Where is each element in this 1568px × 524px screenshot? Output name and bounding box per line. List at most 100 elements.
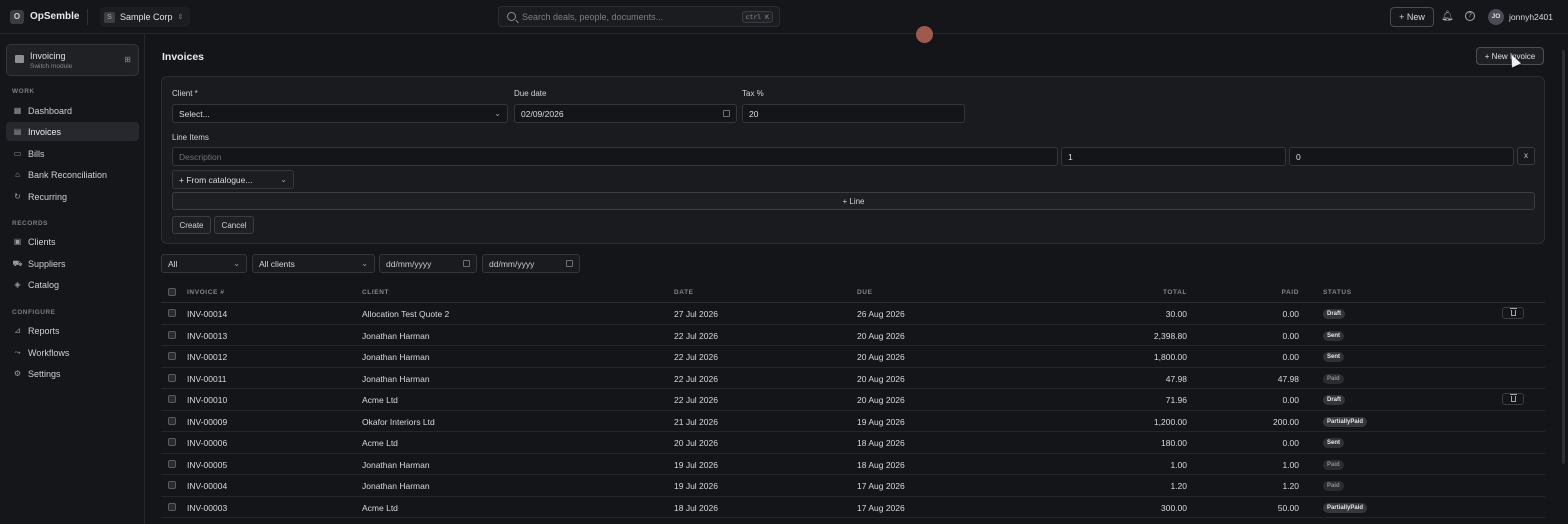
row-checkbox[interactable] — [168, 459, 176, 468]
row-checkbox[interactable] — [168, 330, 176, 339]
row-checkbox[interactable] — [168, 309, 176, 317]
cancel-button[interactable]: Cancel — [214, 216, 254, 234]
row-checkbox[interactable] — [168, 352, 176, 360]
due-date: 20 Aug 2026 — [857, 373, 905, 384]
delete-button[interactable] — [1502, 393, 1524, 405]
header-client[interactable]: CLIENT — [362, 289, 389, 296]
table-row[interactable]: INV-00003 Acme Ltd 18 Jul 2026 17 Aug 2026 3… — [161, 497, 1545, 518]
header-status[interactable]: STATUS — [1323, 289, 1352, 296]
invoice-number[interactable]: INV-00005 — [187, 460, 227, 470]
table-row[interactable]: INV-00013 Jonathan Harman 22 Jul 2026 20 Au… — [161, 325, 1545, 346]
description-input[interactable]: Description — [172, 147, 1058, 166]
invoice-number[interactable]: INV-00003 — [187, 503, 227, 513]
sidebar-section-work: WORK — [12, 88, 35, 95]
sidebar-item-dashboard[interactable]: ▦ Dashboard — [6, 101, 139, 120]
table-row[interactable]: INV-00011 Jonathan Harman 22 Jul 2026 20 Au… — [161, 368, 1545, 389]
create-button[interactable]: Create — [172, 216, 211, 234]
invoice-number[interactable]: INV-00014 — [187, 309, 227, 319]
sidebar-item-invoices[interactable]: ▤ Invoices — [6, 122, 139, 141]
row-checkbox[interactable] — [168, 373, 176, 382]
header-date[interactable]: DATE — [674, 289, 694, 296]
table-row[interactable]: INV-00009 Okafor Interiors Ltd 21 Jul 2026… — [161, 411, 1545, 432]
global-search[interactable]: Search deals, people, documents... ctrl … — [498, 6, 780, 27]
app-logo[interactable]: O — [10, 10, 24, 24]
table-row[interactable]: INV-00014 Allocation Test Quote 2 27 Jul 2… — [161, 303, 1545, 325]
client-select[interactable]: Select... ⌄ — [172, 104, 508, 123]
sidebar-item-clients[interactable]: ▣ Clients — [6, 232, 139, 251]
bell-icon[interactable]: 🔔︎ — [1441, 11, 1454, 22]
status-filter[interactable]: All ⌄ — [161, 254, 247, 273]
sidebar-section-configure: CONFIGURE — [12, 309, 56, 316]
status-badge: Paid — [1323, 459, 1344, 470]
sidebar-item-suppliers[interactable]: ⛟ Suppliers — [6, 254, 139, 273]
invoice-number[interactable]: INV-00009 — [187, 417, 227, 427]
client-name: Allocation Test Quote 2 — [362, 309, 450, 319]
sidebar-item-workflows[interactable]: ⤳ Workflows — [6, 343, 139, 362]
search-input[interactable]: Search deals, people, documents... — [522, 12, 742, 22]
status-badge: Draft — [1323, 395, 1346, 405]
invoice-number[interactable]: INV-00004 — [187, 481, 227, 491]
invoice-number[interactable]: INV-00010 — [187, 395, 227, 405]
select-all-checkbox[interactable] — [168, 288, 176, 296]
header-due[interactable]: DUE — [857, 289, 873, 296]
table-row[interactable]: INV-00012 Jonathan Harman 22 Jul 2026 20 Au… — [161, 346, 1545, 368]
tax-value: 20 — [749, 108, 759, 119]
status-filter-value: All — [168, 258, 178, 269]
row-checkbox[interactable] — [168, 502, 176, 511]
calendar-icon[interactable] — [723, 110, 730, 117]
app-brand[interactable]: OpSemble — [30, 11, 79, 22]
sidebar-item-bills[interactable]: ▭ Bills — [6, 144, 139, 163]
invoice-number[interactable]: INV-00012 — [187, 352, 227, 362]
delete-button[interactable] — [1502, 307, 1524, 319]
sidebar-item-recurring[interactable]: ↻ Recurring — [6, 187, 139, 206]
table-row[interactable]: INV-00006 Acme Ltd 20 Jul 2026 18 Aug 2026 1… — [161, 432, 1545, 454]
tax-input[interactable]: 20 — [742, 104, 965, 123]
header-paid[interactable]: PAID — [1199, 289, 1299, 296]
remove-line-button[interactable]: x — [1517, 147, 1535, 165]
sidebar-item-label: Suppliers — [28, 258, 66, 269]
table-row[interactable]: INV-00005 Jonathan Harman 19 Jul 2026 18 Au… — [161, 454, 1545, 475]
quantity-input[interactable]: 1 — [1061, 147, 1286, 166]
unit-price-input[interactable]: 0 — [1289, 147, 1514, 166]
sidebar-item-label: Clients — [28, 236, 56, 247]
table-row[interactable]: INV-00004 Jonathan Harman 19 Jul 2026 17 Au… — [161, 475, 1545, 497]
row-checkbox[interactable] — [168, 481, 176, 489]
recording-indicator — [916, 26, 933, 43]
sidebar-item-bank-reconciliation[interactable]: ⌂ Bank Reconciliation — [6, 165, 139, 184]
paid-amount: 1.20 — [1282, 481, 1299, 491]
sidebar-item-catalog[interactable]: ◈ Catalog — [6, 275, 139, 294]
table-row[interactable]: INV-00010 Acme Ltd 22 Jul 2026 20 Aug 2026 7… — [161, 389, 1545, 411]
client-filter[interactable]: All clients ⌄ — [252, 254, 375, 273]
module-switcher[interactable]: Invoicing Switch module ⊞ — [6, 44, 139, 76]
status-badge: Sent — [1323, 438, 1345, 448]
due-date: 18 Aug 2026 — [857, 438, 905, 448]
date-from-placeholder: dd/mm/yyyy — [386, 258, 432, 269]
username[interactable]: jonnyh2401 — [1509, 12, 1553, 22]
total-amount: 180.00 — [1161, 438, 1187, 448]
sidebar-item-reports[interactable]: ⊿ Reports — [6, 321, 139, 340]
row-checkbox[interactable] — [168, 438, 176, 446]
calendar-icon[interactable] — [566, 260, 573, 267]
client-name: Jonathan Harman — [362, 481, 430, 491]
invoice-number[interactable]: INV-00011 — [187, 374, 227, 384]
header-total[interactable]: TOTAL — [1087, 289, 1187, 296]
invoice-number[interactable]: INV-00006 — [187, 438, 227, 448]
sidebar-item-settings[interactable]: ⚙ Settings — [6, 364, 139, 383]
scrollbar[interactable] — [1562, 50, 1565, 464]
date-to-filter[interactable]: dd/mm/yyyy — [482, 254, 580, 273]
calendar-icon[interactable] — [463, 260, 470, 267]
row-checkbox[interactable] — [168, 395, 176, 403]
paid-amount: 0.00 — [1282, 395, 1299, 405]
new-button[interactable]: + New — [1390, 7, 1434, 27]
org-switcher[interactable]: S Sample Corp ⇕ — [100, 7, 191, 27]
help-icon[interactable]: ? — [1465, 11, 1475, 21]
date-from-filter[interactable]: dd/mm/yyyy — [379, 254, 477, 273]
avatar[interactable]: JO — [1488, 9, 1504, 25]
invoice-number[interactable]: INV-00013 — [187, 331, 227, 341]
row-checkbox[interactable] — [168, 416, 176, 425]
due-date-input[interactable]: 02/09/2026 — [514, 104, 737, 123]
catalogue-dropdown[interactable]: + From catalogue... ⌄ — [172, 170, 294, 189]
client-label: Client * — [172, 89, 198, 98]
header-invoice[interactable]: INVOICE # — [187, 289, 225, 296]
add-line-button[interactable]: + Line — [172, 192, 1535, 210]
